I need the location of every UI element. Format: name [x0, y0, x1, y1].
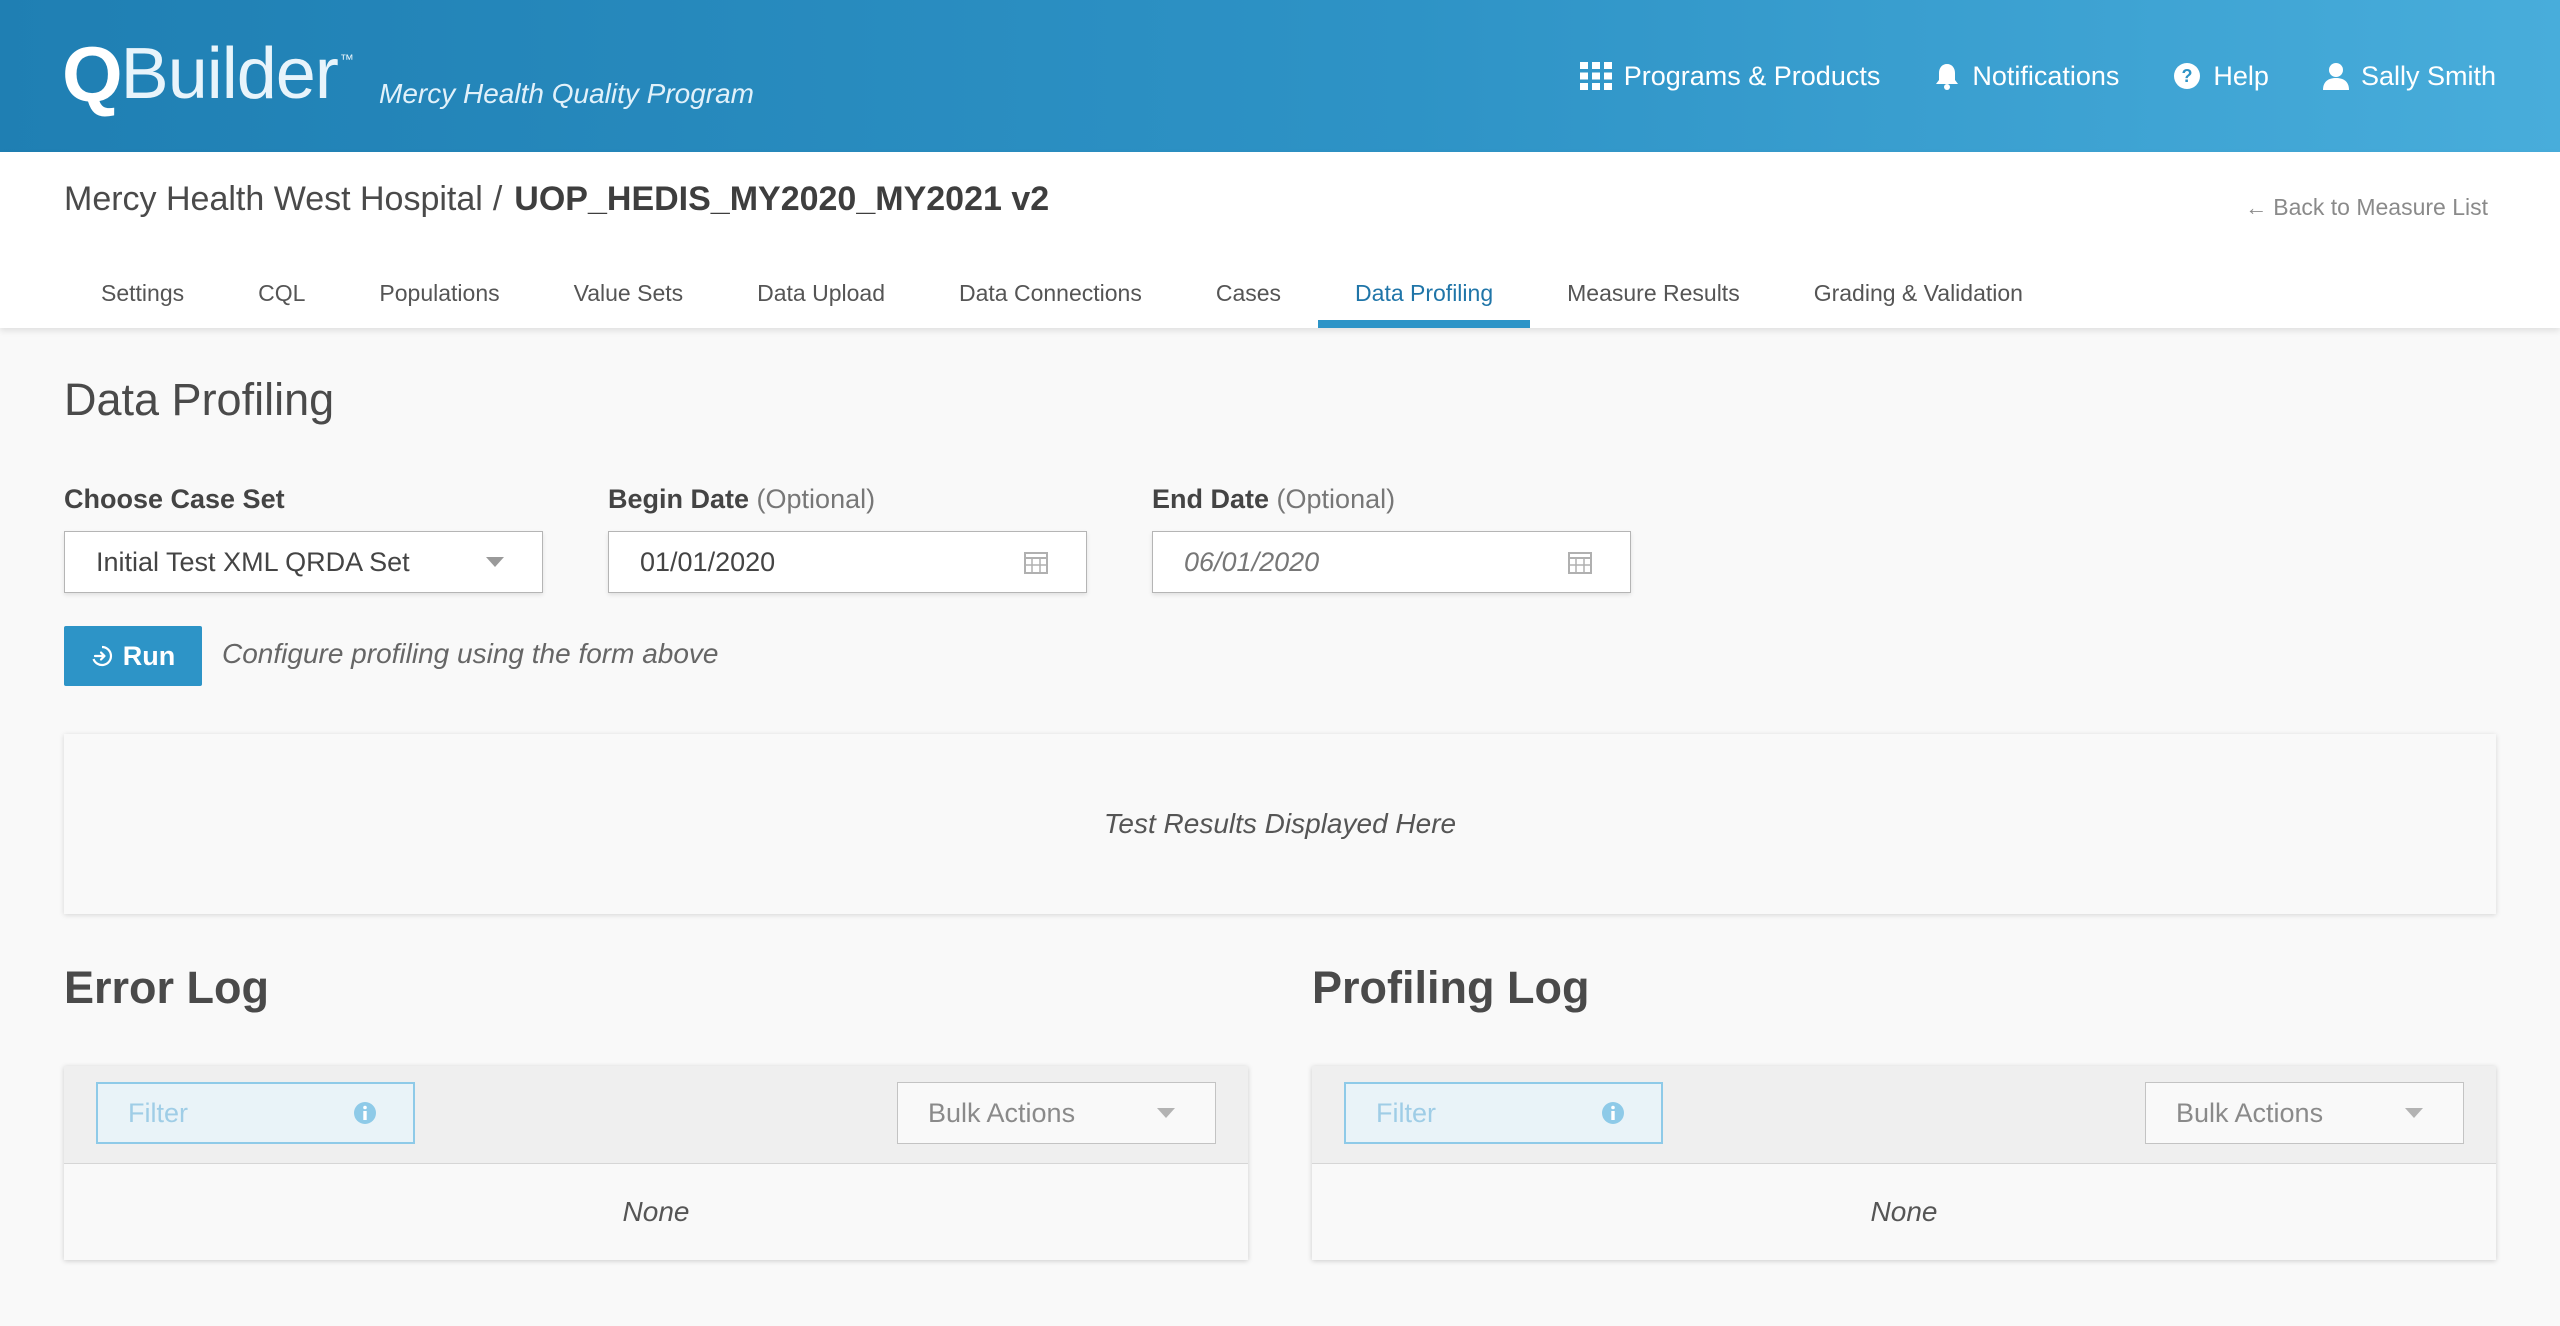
case-set-select[interactable]: Initial Test XML QRDA Set	[64, 531, 543, 593]
tab-populations[interactable]: Populations	[342, 232, 536, 328]
chevron-down-icon	[2405, 1108, 2423, 1118]
qbuilder-logo[interactable]: Q Builder ™	[62, 30, 354, 118]
tab-measure-results[interactable]: Measure Results	[1530, 232, 1777, 328]
profiling-log-title: Profiling Log	[1312, 962, 1590, 1013]
case-set-value: Initial Test XML QRDA Set	[96, 546, 410, 577]
help-link[interactable]: ? Help	[2173, 61, 2269, 92]
breadcrumb-organization[interactable]: Mercy Health West Hospital	[64, 180, 483, 219]
tab-grading-validation[interactable]: Grading & Validation	[1777, 232, 2060, 328]
tab-value-sets[interactable]: Value Sets	[537, 232, 721, 328]
measure-tabs: Settings CQL Populations Value Sets Data…	[64, 232, 2060, 328]
profiling-log-panel: Filter Bulk Actions None	[1312, 1066, 2496, 1260]
user-menu[interactable]: Sally Smith	[2322, 60, 2496, 92]
info-circle-icon[interactable]	[353, 1101, 377, 1125]
help-label: Help	[2213, 60, 2269, 91]
case-set-label: Choose Case Set	[64, 484, 285, 515]
arrow-left-icon: ←	[2245, 194, 2268, 220]
tab-label: Measure Results	[1567, 280, 1740, 306]
run-hint: Configure profiling using the form above	[222, 638, 719, 669]
error-log-bulk-actions[interactable]: Bulk Actions	[897, 1082, 1216, 1144]
end-date-optional: (Optional)	[1276, 484, 1396, 514]
bell-icon	[1934, 62, 1960, 90]
begin-date-label: Begin Date (Optional)	[608, 484, 875, 515]
profiling-log-bulk-actions[interactable]: Bulk Actions	[2145, 1082, 2464, 1144]
end-date-placeholder: 06/01/2020	[1184, 546, 1320, 577]
logo-q: Q	[62, 30, 123, 118]
notifications-link[interactable]: Notifications	[1934, 61, 2119, 92]
tab-cql[interactable]: CQL	[221, 232, 342, 328]
question-circle-icon: ?	[2173, 62, 2201, 90]
tab-settings[interactable]: Settings	[64, 232, 221, 328]
svg-text:?: ?	[2182, 66, 2193, 86]
tab-label: Settings	[101, 280, 185, 306]
calendar-icon[interactable]	[1024, 550, 1048, 574]
end-date-label: End Date (Optional)	[1152, 484, 1395, 515]
notifications-label: Notifications	[1972, 60, 2120, 91]
end-date-field[interactable]: 06/01/2020	[1152, 531, 1631, 593]
back-link-label: Back to Measure List	[2273, 194, 2488, 220]
profiling-log-toolbar: Filter Bulk Actions	[1312, 1066, 2496, 1164]
results-placeholder-text: Test Results Displayed Here	[1103, 808, 1457, 839]
sign-in-arrow-icon	[91, 645, 113, 667]
error-log-title: Error Log	[64, 962, 270, 1013]
error-log-panel: Filter Bulk Actions None	[64, 1066, 1248, 1260]
measure-header: Mercy Health West Hospital / UOP_HEDIS_M…	[0, 152, 2560, 328]
bulk-actions-label: Bulk Actions	[2176, 1097, 2324, 1128]
calendar-icon[interactable]	[1568, 550, 1592, 574]
begin-date-field[interactable]: 01/01/2020	[608, 531, 1087, 593]
run-button[interactable]: Run	[64, 626, 202, 686]
profiling-log-filter-input[interactable]: Filter	[1344, 1082, 1663, 1144]
filter-placeholder: Filter	[128, 1097, 188, 1128]
tab-label: Value Sets	[573, 280, 684, 306]
tab-label: Cases	[1215, 280, 1282, 306]
page-title: Data Profiling	[64, 374, 335, 425]
top-bar: Q Builder ™ Mercy Health Quality Program…	[0, 0, 2560, 152]
results-panel: Test Results Displayed Here	[64, 734, 2496, 914]
tab-label: Grading & Validation	[1813, 280, 2023, 306]
tab-label: Data Connections	[959, 280, 1142, 306]
begin-date-optional: (Optional)	[756, 484, 876, 514]
logo-trademark: ™	[339, 51, 354, 67]
top-navigation: Programs & Products Notifications ? Help	[1526, 58, 2496, 94]
chevron-down-icon	[486, 557, 504, 567]
tab-cases[interactable]: Cases	[1179, 232, 1318, 328]
programs-products-label: Programs & Products	[1623, 60, 1881, 91]
breadcrumb-separator: /	[492, 180, 503, 218]
run-button-label: Run	[122, 640, 176, 671]
error-log-filter-input[interactable]: Filter	[96, 1082, 415, 1144]
case-set-label-text: Choose Case Set	[64, 484, 285, 514]
end-date-label-text: End Date	[1152, 484, 1270, 514]
grid-icon	[1579, 62, 1612, 90]
begin-date-value: 01/01/2020	[640, 546, 776, 577]
info-circle-icon[interactable]	[1601, 1101, 1625, 1125]
error-log-toolbar: Filter Bulk Actions	[64, 1066, 1248, 1164]
tab-data-connections[interactable]: Data Connections	[922, 232, 1179, 328]
profiling-log-empty: None	[1870, 1196, 1938, 1227]
user-icon	[2322, 62, 2349, 90]
program-name: Mercy Health Quality Program	[379, 78, 755, 109]
tab-label: Data Upload	[757, 280, 885, 306]
tab-label: Populations	[379, 280, 500, 306]
breadcrumb: Mercy Health West Hospital / UOP_HEDIS_M…	[64, 180, 1049, 219]
user-name: Sally Smith	[2360, 60, 2496, 91]
programs-products-link[interactable]: Programs & Products	[1579, 60, 1881, 92]
breadcrumb-measure: UOP_HEDIS_MY2020_MY2021 v2	[514, 180, 1050, 218]
tab-label: CQL	[258, 280, 306, 306]
chevron-down-icon	[1157, 1108, 1175, 1118]
error-log-empty: None	[622, 1196, 690, 1227]
logo-builder: Builder	[120, 34, 339, 114]
back-to-measure-list-link[interactable]: ← Back to Measure List	[2245, 194, 2488, 221]
tab-data-profiling[interactable]: Data Profiling	[1318, 232, 1531, 328]
tab-data-upload[interactable]: Data Upload	[720, 232, 922, 328]
filter-placeholder: Filter	[1376, 1097, 1436, 1128]
begin-date-label-text: Begin Date	[608, 484, 750, 514]
bulk-actions-label: Bulk Actions	[928, 1097, 1076, 1128]
tab-label: Data Profiling	[1355, 280, 1494, 306]
